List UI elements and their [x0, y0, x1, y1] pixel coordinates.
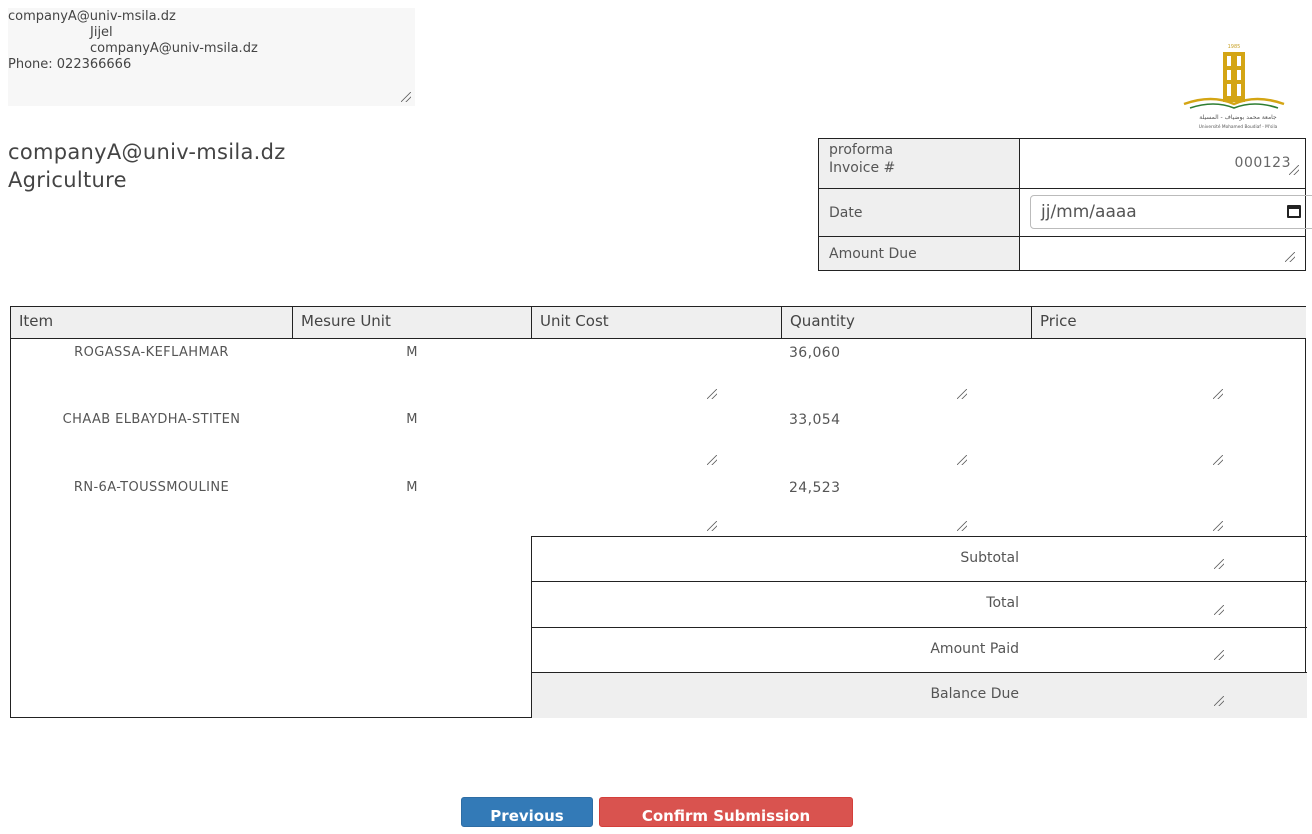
- amount-due-field[interactable]: [1019, 236, 1306, 271]
- header-item: Item: [11, 307, 292, 339]
- amount-paid-label: Amount Paid: [930, 641, 1019, 657]
- amount-paid-row: Amount Paid: [531, 627, 1307, 672]
- address-line-email: companyA@univ-msila.dz: [8, 9, 176, 24]
- balance-due-label: Balance Due: [930, 686, 1019, 702]
- items-table: Item Mesure Unit Unit Cost Quantity Pric…: [10, 306, 1307, 718]
- date-label: Date: [818, 188, 1020, 237]
- balance-due-resize-icon[interactable]: [1214, 696, 1224, 706]
- invoice-number-label-text: proforma Invoice #: [829, 142, 896, 176]
- header-quantity: Quantity: [782, 307, 1031, 339]
- item-name: ROGASSA-KEFLAHMAR: [74, 345, 229, 360]
- logo-arabic-name: جامعة محمد بوضياف - المسيلة: [1199, 114, 1277, 121]
- quantity-resize-icon[interactable]: [957, 455, 967, 465]
- resize-grip-icon[interactable]: [1289, 165, 1299, 175]
- invoice-meta-table: proforma Invoice # 000123 Date jj/mm/aaa…: [818, 138, 1312, 271]
- logo-latin-name: Université Mohamed Boudiaf - M'sila: [1199, 123, 1278, 130]
- measure-unit: M: [406, 480, 418, 495]
- unit-cost-resize-icon[interactable]: [707, 389, 717, 399]
- date-input[interactable]: jj/mm/aaaa: [1030, 195, 1312, 229]
- subtotal-resize-icon[interactable]: [1214, 559, 1224, 569]
- invoice-number-value: 000123: [1234, 155, 1291, 171]
- quantity-value: 36,060: [789, 345, 841, 361]
- header-price: Price: [1032, 307, 1306, 339]
- address-line-email-2: companyA@univ-msila.dz: [90, 41, 258, 56]
- company-email: companyA@univ-msila.dz: [8, 140, 286, 164]
- resize-grip-icon[interactable]: [401, 92, 411, 102]
- total-label: Total: [986, 595, 1019, 611]
- quantity-value: 24,523: [789, 480, 841, 496]
- quantity-resize-icon[interactable]: [957, 521, 967, 531]
- company-heading: companyA@univ-msila.dz Agriculture: [8, 138, 286, 194]
- quantity-value: 33,054: [789, 412, 841, 428]
- total-row: Total: [531, 581, 1307, 627]
- calendar-icon[interactable]: [1287, 205, 1301, 218]
- resize-grip-icon[interactable]: [1285, 252, 1295, 262]
- measure-unit: M: [406, 345, 418, 360]
- balance-due-row: Balance Due: [531, 672, 1307, 718]
- header-measure-unit: Mesure Unit: [293, 307, 531, 339]
- subtotal-row: Subtotal: [531, 536, 1307, 581]
- date-cell: jj/mm/aaaa: [1019, 188, 1312, 237]
- unit-cost-resize-icon[interactable]: [707, 521, 717, 531]
- amount-paid-resize-icon[interactable]: [1214, 650, 1224, 660]
- invoice-number-field[interactable]: 000123: [1019, 138, 1306, 189]
- company-sector: Agriculture: [8, 168, 127, 192]
- address-textarea[interactable]: companyA@univ-msila.dz Jijel companyA@un…: [8, 8, 415, 106]
- price-resize-icon[interactable]: [1213, 389, 1223, 399]
- item-name: RN-6A-TOUSSMOULINE: [73, 480, 230, 495]
- item-name: CHAAB ELBAYDHA-STITEN: [62, 412, 241, 427]
- address-line-city: Jijel: [90, 25, 113, 40]
- university-logo: 1985 جامعة محمد بوضياف - المسيلة Univers…: [1162, 38, 1306, 134]
- amount-due-label: Amount Due: [818, 236, 1020, 271]
- price-resize-icon[interactable]: [1213, 455, 1223, 465]
- logo-year: 1985: [1228, 44, 1241, 50]
- header-unit-cost: Unit Cost: [532, 307, 781, 339]
- invoice-number-label: proforma Invoice #: [818, 138, 1020, 189]
- quantity-resize-icon[interactable]: [957, 389, 967, 399]
- measure-unit: M: [406, 412, 418, 427]
- price-resize-icon[interactable]: [1213, 521, 1223, 531]
- subtotal-label: Subtotal: [960, 550, 1019, 566]
- date-placeholder: jj/mm/aaaa: [1041, 202, 1137, 222]
- address-line-phone: Phone: 022366666: [8, 57, 132, 72]
- unit-cost-resize-icon[interactable]: [707, 455, 717, 465]
- total-resize-icon[interactable]: [1214, 605, 1224, 615]
